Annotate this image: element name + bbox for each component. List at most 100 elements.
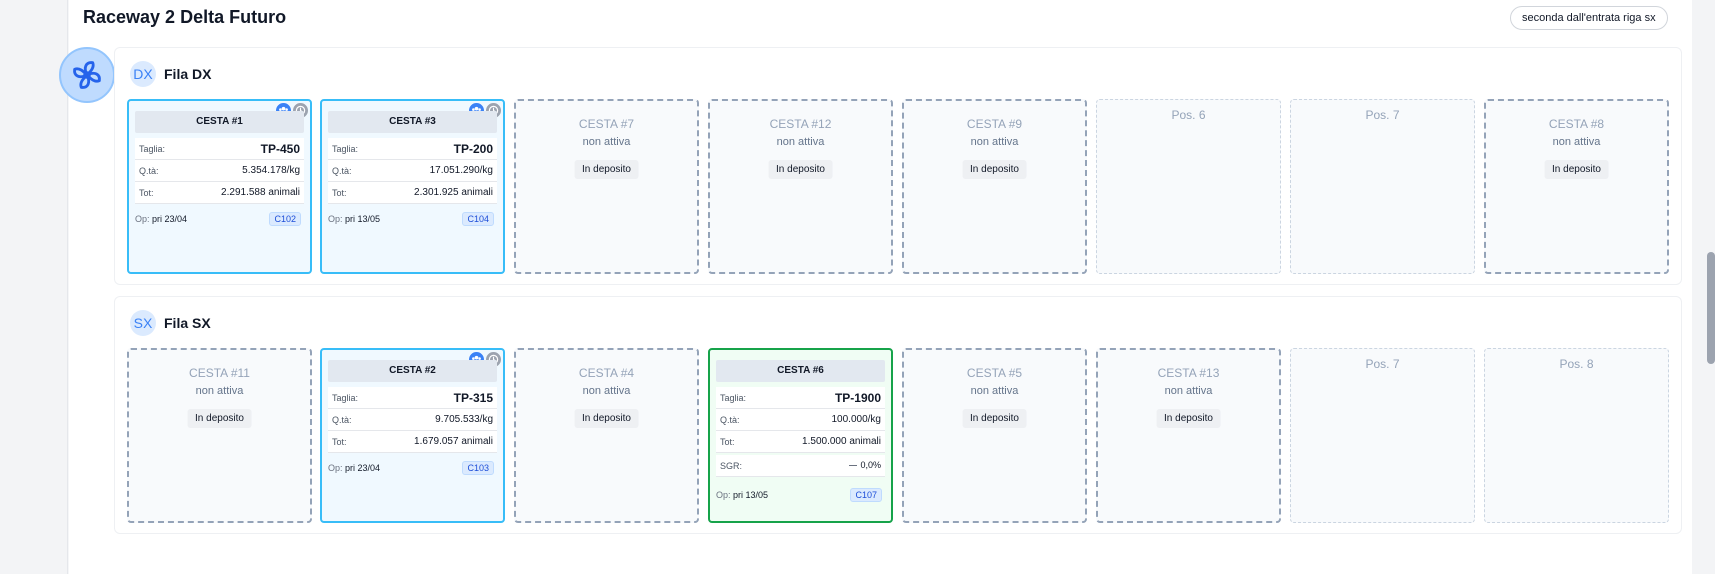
basket-title: CESTA #7	[578, 117, 635, 131]
field-value: TP-315	[453, 390, 493, 405]
field-value: TP-450	[260, 141, 300, 156]
deposit-badge: In deposito	[187, 409, 252, 428]
operation-date: Op: pri 23/04	[328, 463, 380, 473]
deposit-badge: In deposito	[1156, 409, 1221, 428]
position-label: Pos. 7	[1365, 357, 1400, 371]
basket-field: Tot: 2.301.925 animali	[328, 182, 497, 204]
basket-field: Taglia: TP-450	[135, 138, 304, 160]
row-header: DX Fila DX	[130, 61, 211, 87]
basket-card[interactable]: CESTA #2 Taglia: TP-315 Q.tà: 9.705.533/kg To…	[320, 348, 505, 523]
raceway-note-badge[interactable]: seconda dall'entrata riga sx	[1510, 6, 1668, 30]
basket-title: CESTA #13	[1157, 366, 1220, 380]
scrollbar-thumb[interactable]	[1707, 252, 1715, 364]
basket-card[interactable]: Pos. 8	[1484, 348, 1669, 523]
position-label: Pos. 8	[1559, 357, 1594, 371]
basket-card[interactable]: CESTA #12 non attiva In deposito	[708, 99, 893, 274]
basket-status: non attiva	[1552, 136, 1601, 148]
field-value: 2.301.925 animali	[414, 187, 493, 198]
basket-card[interactable]: CESTA #7 non attiva In deposito	[514, 99, 699, 274]
basket-code-badge[interactable]: C102	[269, 212, 301, 226]
basket-card[interactable]: Pos. 6	[1096, 99, 1281, 274]
basket-title: CESTA #9	[966, 117, 1023, 131]
raceway-title: Raceway 2 Delta Futuro	[83, 7, 287, 27]
field-label: Tot:	[332, 187, 347, 198]
field-label: Taglia:	[332, 143, 359, 154]
field-value: 1.679.057 animali	[414, 436, 493, 447]
field-value: 17.051.290/kg	[429, 165, 493, 176]
field-label: Taglia:	[139, 143, 166, 154]
row-label: Fila SX	[164, 315, 211, 331]
basket-field: Taglia: TP-200	[328, 138, 497, 160]
basket-card[interactable]: CESTA #6 Taglia: TP-1900 Q.tà: 100.000/kg Tot…	[708, 348, 893, 523]
basket-card[interactable]: CESTA #1 Taglia: TP-450 Q.tà: 5.354.178/kg To…	[127, 99, 312, 274]
op-label: Op:	[716, 490, 731, 500]
field-label: Tot:	[139, 187, 154, 198]
trend-flat-icon	[849, 464, 858, 466]
basket-code-badge[interactable]: C103	[462, 461, 494, 475]
field-value: TP-200	[453, 141, 493, 156]
field-label: Tot:	[720, 436, 735, 447]
sgr-value: 0,0%	[860, 460, 881, 470]
field-label: Q.tà:	[332, 414, 352, 425]
basket-code-badge[interactable]: C104	[462, 212, 494, 226]
basket-card[interactable]: CESTA #4 non attiva In deposito	[514, 348, 699, 523]
position-label: Pos. 6	[1171, 108, 1206, 122]
basket-status: non attiva	[582, 385, 631, 397]
basket-footer: Op: pri 23/04 C103	[328, 458, 497, 478]
fan-icon	[73, 61, 101, 89]
basket-card[interactable]: CESTA #8 non attiva In deposito	[1484, 99, 1669, 274]
basket-card[interactable]: Pos. 7	[1290, 348, 1475, 523]
basket-field: Taglia: TP-1900	[716, 387, 885, 409]
deposit-badge: In deposito	[574, 409, 639, 428]
left-gutter	[0, 0, 68, 574]
basket-field: Tot: 1.500.000 animali	[716, 431, 885, 453]
basket-title: CESTA #6	[716, 360, 885, 382]
op-label: Op:	[328, 463, 343, 473]
basket-status: non attiva	[582, 136, 631, 148]
field-value: 0,0%	[849, 460, 881, 471]
basket-title: CESTA #8	[1548, 117, 1605, 131]
basket-title: CESTA #3	[328, 111, 497, 133]
field-label: Q.tà:	[139, 165, 159, 176]
field-label: Q.tà:	[720, 414, 740, 425]
basket-field: Q.tà: 100.000/kg	[716, 409, 885, 431]
basket-footer: Op: pri 13/05 C107	[716, 485, 885, 505]
operation-date: Op: pri 13/05	[716, 490, 768, 500]
field-value: 2.291.588 animali	[221, 187, 300, 198]
op-value: pri 13/05	[345, 214, 381, 224]
basket-card[interactable]: CESTA #13 non attiva In deposito	[1096, 348, 1281, 523]
field-label: Taglia:	[332, 392, 359, 403]
field-value: 100.000/kg	[831, 414, 882, 425]
basket-footer: Op: pri 23/04 C102	[135, 209, 304, 229]
basket-footer: Op: pri 13/05 C104	[328, 209, 497, 229]
op-value: pri 23/04	[152, 214, 188, 224]
basket-field: Tot: 1.679.057 animali	[328, 431, 497, 453]
basket-field: Q.tà: 17.051.290/kg	[328, 160, 497, 182]
deposit-badge: In deposito	[962, 409, 1027, 428]
field-value: TP-1900	[834, 390, 881, 405]
basket-card[interactable]: Pos. 7	[1290, 99, 1475, 274]
deposit-badge: In deposito	[962, 160, 1027, 179]
basket-card[interactable]: CESTA #9 non attiva In deposito	[902, 99, 1087, 274]
basket-title: CESTA #2	[328, 360, 497, 382]
operation-date: Op: pri 13/05	[328, 214, 380, 224]
basket-status: non attiva	[970, 385, 1019, 397]
position-label: Pos. 7	[1365, 108, 1400, 122]
basket-field: Q.tà: 9.705.533/kg	[328, 409, 497, 431]
basket-field-sgr: SGR: 0,0%	[716, 455, 885, 477]
operation-date: Op: pri 23/04	[135, 214, 187, 224]
basket-field: Tot: 2.291.588 animali	[135, 182, 304, 204]
fan-button[interactable]	[59, 47, 115, 103]
field-value: 9.705.533/kg	[435, 414, 493, 425]
deposit-badge: In deposito	[1544, 160, 1609, 179]
field-label: Taglia:	[720, 392, 747, 403]
op-label: Op:	[135, 214, 150, 224]
basket-card[interactable]: CESTA #3 Taglia: TP-200 Q.tà: 17.051.290/kg T…	[320, 99, 505, 274]
row-badge: SX	[130, 310, 156, 336]
field-value: 1.500.000 animali	[802, 436, 881, 447]
basket-code-badge[interactable]: C107	[850, 488, 882, 502]
basket-card[interactable]: CESTA #11 non attiva In deposito	[127, 348, 312, 523]
field-label: Q.tà:	[332, 165, 352, 176]
basket-card[interactable]: CESTA #5 non attiva In deposito	[902, 348, 1087, 523]
basket-status: non attiva	[776, 136, 825, 148]
